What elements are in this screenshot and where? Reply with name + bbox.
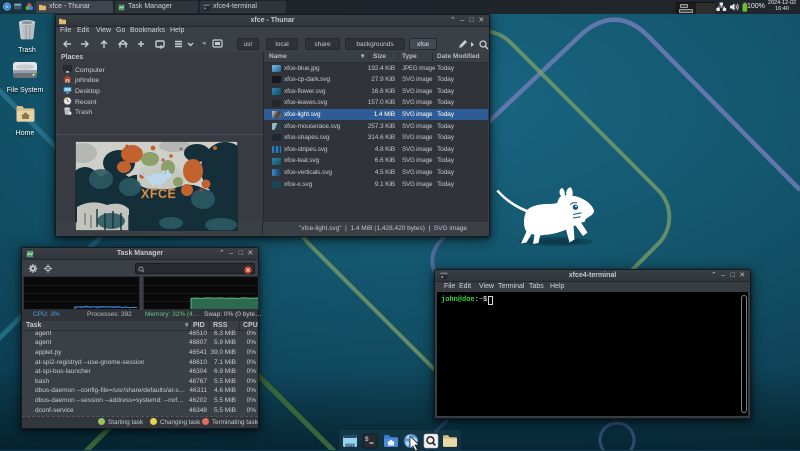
svg-text:XFCE: XFCE <box>141 187 176 201</box>
svg-text:$: $ <box>365 436 369 443</box>
